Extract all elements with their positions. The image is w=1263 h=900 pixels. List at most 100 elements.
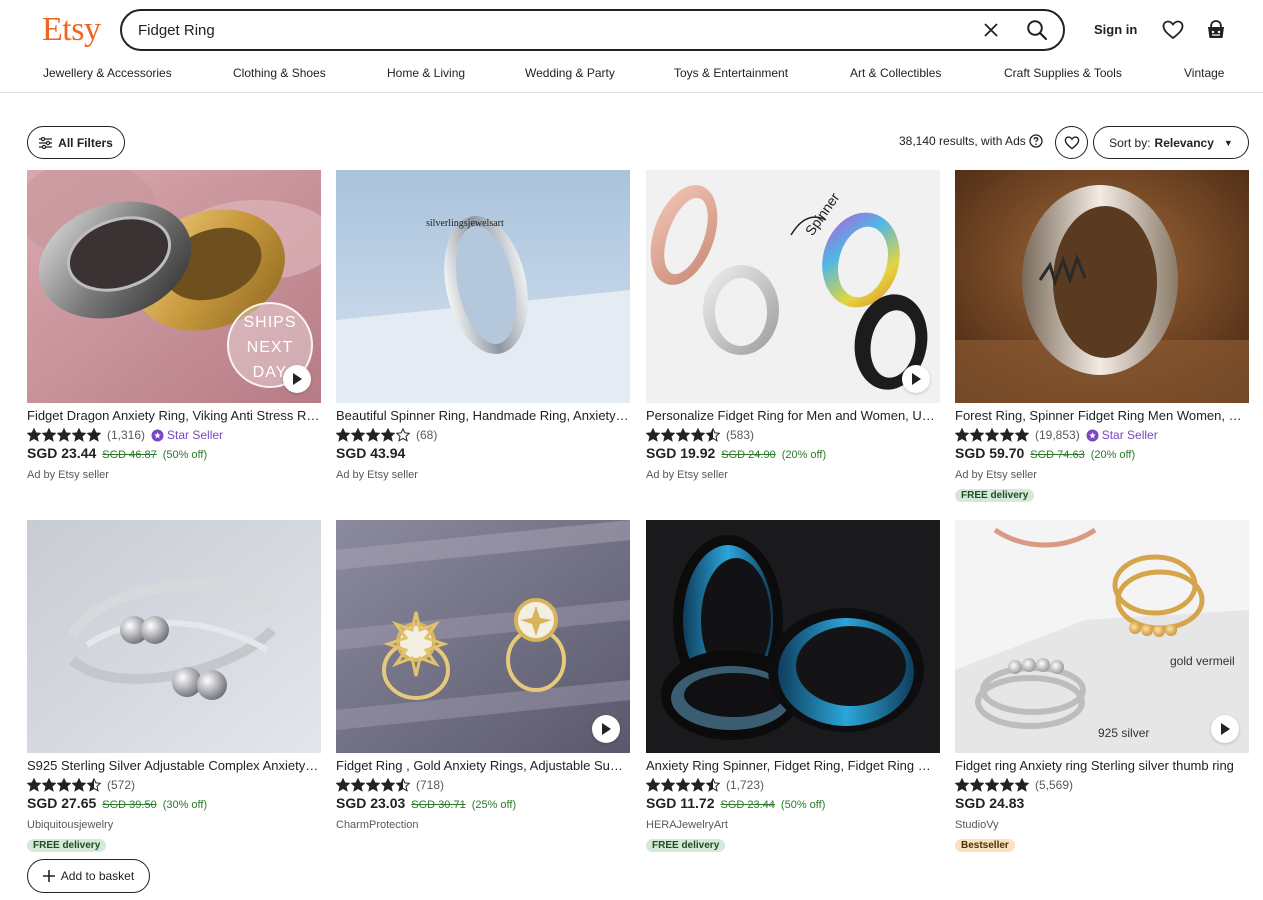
listing-image[interactable]: SHIPS NEXT DAY [27, 170, 321, 403]
listing-image[interactable]: Spinner [646, 170, 940, 403]
free-delivery-badge: FREE delivery [955, 489, 1035, 502]
original-price: SGD 30.71 [411, 799, 466, 811]
listing-card[interactable]: SHIPS NEXT DAY Fidget Dragon Anxiety Rin… [27, 170, 321, 485]
image-caption-gold: gold vermeil [1170, 654, 1235, 668]
listing-card[interactable]: Fidget Ring , Gold Anxiety Rings, Adjust… [336, 520, 630, 835]
review-count: (583) [726, 428, 755, 442]
listing-image[interactable]: gold vermeil 925 silver [955, 520, 1249, 753]
play-video-icon[interactable] [283, 365, 311, 393]
category-nav: Jewellery & Accessories Clothing & Shoes… [0, 64, 1263, 84]
listing-image[interactable] [336, 520, 630, 753]
listing-rating: (583) [646, 425, 940, 445]
add-to-basket-button[interactable]: Add to basket [27, 859, 150, 893]
basket-icon[interactable] [1203, 17, 1229, 43]
review-count: (19,853) [1035, 428, 1080, 442]
listing-card[interactable]: silverlingsjewelsart Beautiful Spinner R… [336, 170, 630, 485]
price-row: SGD 27.65 SGD 39.50 (30% off) [27, 795, 321, 815]
caret-down-icon: ▼ [1223, 137, 1233, 148]
category-art[interactable]: Art & Collectibles [850, 66, 941, 80]
price-row: SGD 24.83 [955, 795, 1249, 815]
original-price: SGD 23.44 [720, 799, 775, 811]
star-rating-icon [27, 778, 101, 792]
search-input[interactable] [138, 15, 979, 45]
price-row: SGD 59.70 SGD 74.63 (20% off) [955, 445, 1249, 465]
listing-card[interactable]: Spinner Personalize Fidget Ring for Men … [646, 170, 940, 485]
listing-card[interactable]: Anxiety Ring Spinner, Fidget Ring, Fidge… [646, 520, 940, 853]
category-vintage[interactable]: Vintage [1184, 66, 1224, 80]
listing-image[interactable]: silverlingsjewelsart [336, 170, 630, 403]
price: SGD 24.83 [955, 795, 1025, 811]
listing-title[interactable]: Fidget Ring , Gold Anxiety Rings, Adjust… [336, 757, 630, 775]
image-watermark: silverlingsjewelsart [426, 218, 504, 229]
listing-card[interactable]: S925 Sterling Silver Adjustable Complex … [27, 520, 321, 893]
play-video-icon[interactable] [1211, 715, 1239, 743]
original-price: SGD 24.90 [721, 449, 776, 461]
listing-title[interactable]: Anxiety Ring Spinner, Fidget Ring, Fidge… [646, 757, 940, 775]
price: SGD 43.94 [336, 445, 406, 461]
seller-name: CharmProtection [336, 819, 419, 831]
listing-title[interactable]: Beautiful Spinner Ring, Handmade Ring, A… [336, 407, 630, 425]
listing-rating: (19,853) Star Seller [955, 425, 1249, 445]
listing-rating: (1,316) Star Seller [27, 425, 321, 445]
header-divider [0, 92, 1263, 93]
original-price: SGD 74.63 [1030, 449, 1085, 461]
save-search-heart-icon[interactable] [1055, 126, 1088, 159]
star-seller-icon [151, 429, 164, 441]
listing-rating: (5,569) [955, 775, 1249, 795]
category-wedding[interactable]: Wedding & Party [525, 66, 615, 80]
listing-title[interactable]: Personalize Fidget Ring for Men and Wome… [646, 407, 940, 425]
results-count: 38,140 results, with Ads [899, 134, 1043, 148]
help-icon[interactable] [1029, 134, 1043, 148]
listing-card[interactable]: gold vermeil 925 silver Fidget ring Anxi… [955, 520, 1249, 853]
category-toys[interactable]: Toys & Entertainment [674, 66, 788, 80]
sign-in-link[interactable]: Sign in [1094, 22, 1137, 37]
all-filters-button[interactable]: All Filters [27, 126, 125, 159]
seller-name: Ubiquitousjewelry [27, 819, 114, 831]
category-clothing[interactable]: Clothing & Shoes [233, 66, 326, 80]
play-video-icon[interactable] [592, 715, 620, 743]
listing-rating: (718) [336, 775, 630, 795]
listing-rating: (1,723) [646, 775, 940, 795]
search-bar [120, 9, 1065, 51]
free-delivery-badge: FREE delivery [646, 839, 726, 852]
listing-image[interactable] [646, 520, 940, 753]
favorites-heart-icon[interactable] [1160, 17, 1186, 43]
star-rating-icon [646, 428, 720, 442]
price: SGD 19.92 [646, 445, 716, 461]
clear-search-icon[interactable] [979, 18, 1003, 42]
star-rating-icon [955, 778, 1029, 792]
listing-rating: (572) [27, 775, 321, 795]
sort-dropdown[interactable]: Sort by: Relevancy ▼ [1093, 126, 1249, 159]
listing-title[interactable]: S925 Sterling Silver Adjustable Complex … [27, 757, 321, 775]
listing-title[interactable]: Fidget ring Anxiety ring Sterling silver… [955, 757, 1249, 775]
listing-title[interactable]: Forest Ring, Spinner Fidget Ring Men Wom… [955, 407, 1249, 425]
review-count: (5,569) [1035, 778, 1074, 792]
listing-image[interactable] [955, 170, 1249, 403]
bestseller-badge: Bestseller [955, 839, 1015, 852]
listing-rating: (68) [336, 425, 630, 445]
listing-title[interactable]: Fidget Dragon Anxiety Ring, Viking Anti … [27, 407, 321, 425]
discount-percent: (30% off) [162, 799, 208, 811]
filters-icon [39, 136, 53, 149]
price-row: SGD 23.03 SGD 30.71 (25% off) [336, 795, 630, 815]
discount-percent: (20% off) [1090, 449, 1136, 461]
price: SGD 23.44 [27, 445, 97, 461]
category-craft[interactable]: Craft Supplies & Tools [1004, 66, 1122, 80]
category-home[interactable]: Home & Living [387, 66, 465, 80]
etsy-logo[interactable]: Etsy [42, 11, 101, 49]
sort-prefix: Sort by: [1109, 135, 1151, 150]
all-filters-label: All Filters [58, 135, 113, 150]
star-rating-icon [336, 428, 410, 442]
price: SGD 23.03 [336, 795, 406, 811]
listing-card[interactable]: Forest Ring, Spinner Fidget Ring Men Wom… [955, 170, 1249, 503]
review-count: (718) [416, 778, 445, 792]
star-rating-icon [955, 428, 1029, 442]
review-count: (1,316) [107, 428, 146, 442]
price-row: SGD 19.92 SGD 24.90 (20% off) [646, 445, 940, 465]
listing-image[interactable] [27, 520, 321, 753]
category-jewellery[interactable]: Jewellery & Accessories [43, 66, 172, 80]
original-price: SGD 46.87 [102, 449, 157, 461]
search-icon[interactable] [1019, 12, 1055, 48]
review-count: (68) [416, 428, 438, 442]
play-video-icon[interactable] [902, 365, 930, 393]
